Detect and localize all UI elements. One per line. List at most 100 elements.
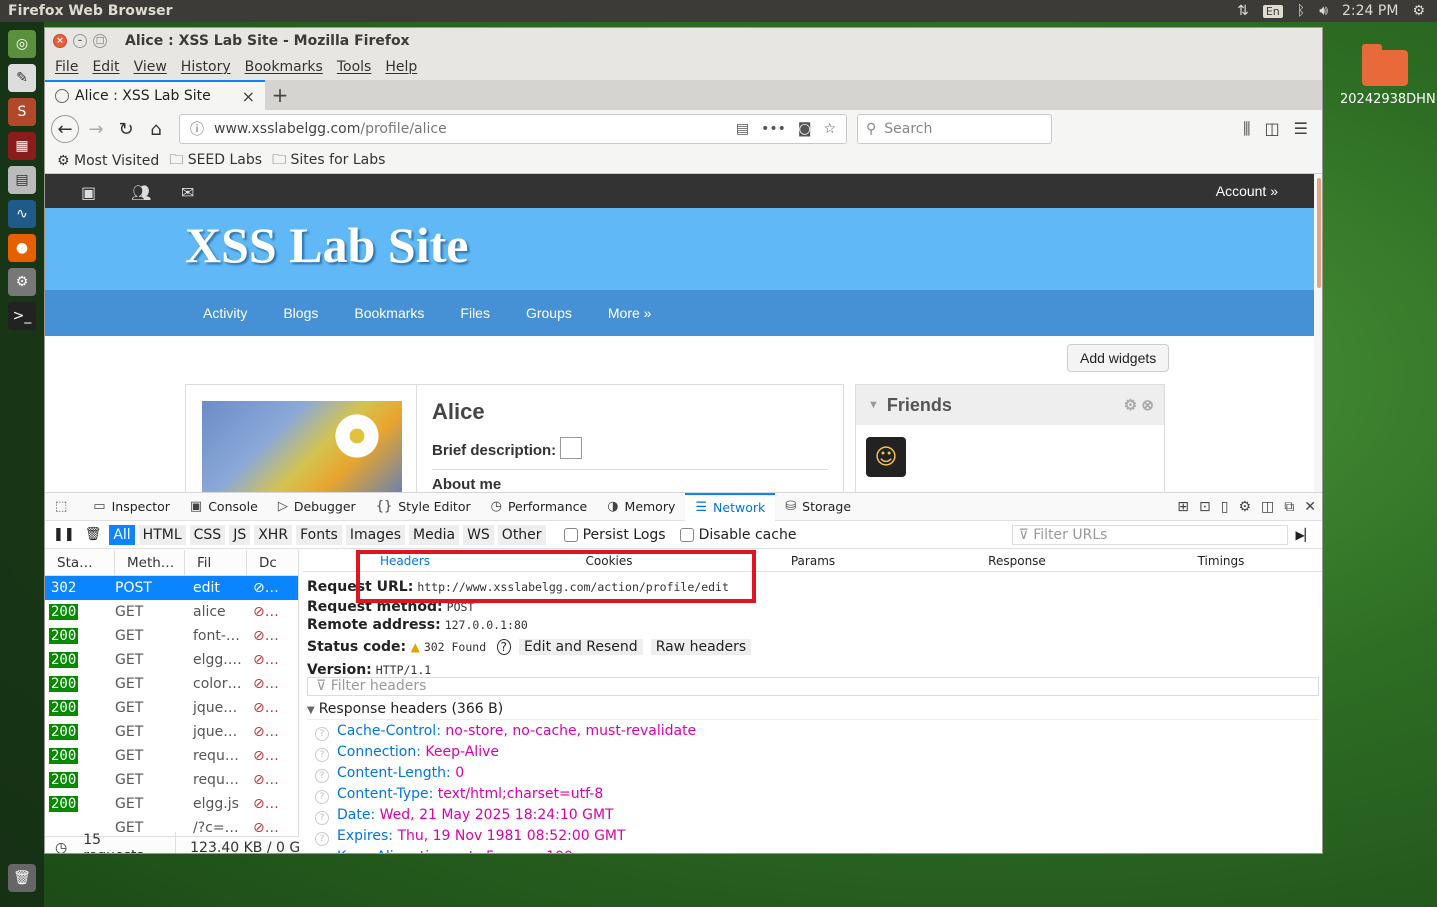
home-button[interactable]: ⌂ [141, 114, 171, 144]
request-row[interactable]: 200 GET elgg.… ⊘… [45, 648, 298, 672]
filter-fonts[interactable]: Fonts [296, 524, 342, 545]
volume-icon[interactable]: 🔊︎ [1319, 3, 1328, 19]
browser-tab[interactable]: Alice : XSS Lab Site × [45, 80, 265, 110]
request-row[interactable]: 200 GET jque… ⊘… [45, 720, 298, 744]
bookmark-star-icon[interactable]: ☆ [823, 121, 836, 137]
friend-avatar[interactable]: ☺ [866, 437, 906, 477]
tab-close-icon[interactable]: × [242, 87, 255, 106]
files-icon[interactable]: ▤ [8, 166, 36, 194]
response-header-row[interactable]: ? Expires: Thu, 19 Nov 1981 08:52:00 GMT [315, 828, 626, 846]
site-info-icon[interactable]: ⓘ [190, 119, 204, 139]
tab-network[interactable]: ☰ Network [685, 492, 776, 521]
bookmark-seed-labs[interactable]: 🗀 SEED Labs [169, 149, 262, 173]
forward-button[interactable]: → [81, 114, 111, 144]
window-maximize-button[interactable]: □ [93, 34, 107, 48]
responsive-mode-icon[interactable]: ⊞ [1177, 499, 1189, 515]
bookmark-sites-for-labs[interactable]: 🗀 Sites for Labs [272, 149, 385, 173]
tab-memory[interactable]: ◑ Memory [597, 493, 685, 521]
request-row[interactable]: 200 GET color… ⊘… [45, 672, 298, 696]
url-bar[interactable]: ⓘ www.xsslabelgg.com /profile/alice ▤ ••… [179, 114, 847, 144]
profile-avatar[interactable] [202, 401, 402, 492]
tab-storage[interactable]: ⛁ Storage [775, 493, 861, 521]
filter-css[interactable]: CSS [189, 524, 226, 545]
search-bar[interactable]: ⚲ Search [857, 114, 1052, 144]
filter-media[interactable]: Media [409, 524, 460, 545]
element-picker-button[interactable]: ⬚ [45, 493, 83, 521]
hamburger-menu-icon[interactable]: ☰ [1294, 119, 1308, 139]
tab-timings[interactable]: Timings [1119, 554, 1322, 568]
text-editor-icon[interactable]: ✎ [8, 64, 36, 92]
terminal-icon[interactable]: >_ [8, 302, 36, 330]
response-header-row[interactable]: ? Date: Wed, 21 May 2025 18:24:10 GMT [315, 807, 614, 825]
keyboard-language[interactable]: En [1262, 4, 1283, 18]
menu-help[interactable]: Help [385, 59, 417, 75]
back-button[interactable]: ← [51, 115, 79, 143]
nav-bookmarks[interactable]: Bookmarks [354, 305, 424, 321]
dash-home-icon[interactable]: ◎ [8, 30, 36, 58]
request-row[interactable]: 200 GET requ… ⊘… [45, 744, 298, 768]
header-help-icon[interactable]: ? [315, 790, 329, 804]
filter-js[interactable]: JS [229, 524, 251, 545]
trash-icon[interactable]: 🗑︎ [8, 864, 36, 892]
toggle-details-icon[interactable]: ▶▏ [1296, 528, 1314, 542]
response-header-row[interactable]: ? Content-Length: 0 [315, 765, 464, 783]
raw-headers-button[interactable]: Raw headers [650, 639, 752, 655]
col-file[interactable]: Fil [185, 549, 247, 576]
col-domain[interactable]: Dc [247, 550, 293, 576]
widget-close-icon[interactable]: ⊗ [1141, 397, 1154, 414]
filter-html[interactable]: HTML [138, 524, 186, 545]
reload-button[interactable]: ↻ [111, 114, 141, 144]
desktop-folder[interactable]: 20242938DHN [1340, 44, 1436, 107]
page-actions-icon[interactable]: ••• [761, 121, 786, 137]
scrollbar-thumb[interactable] [1317, 178, 1321, 288]
friends-icon[interactable]: 👥︎ [131, 183, 151, 202]
menu-bookmarks[interactable]: Bookmarks [245, 59, 323, 75]
window-close-button[interactable]: × [53, 34, 67, 48]
add-widgets-button[interactable]: Add widgets [1067, 344, 1170, 372]
filter-all[interactable]: All [109, 524, 135, 545]
header-help-icon[interactable]: ? [315, 727, 329, 741]
messages-icon[interactable]: ✉ [181, 183, 199, 202]
site-logo-icon[interactable]: ▣ [81, 183, 99, 202]
request-row[interactable]: 200 GET jque… ⊘… [45, 696, 298, 720]
devtools-close-icon[interactable]: ✕ [1304, 499, 1316, 515]
disable-cache-checkbox[interactable]: Disable cache [679, 527, 796, 543]
pocket-icon[interactable]: ◙ [798, 121, 812, 137]
widget-settings-icon[interactable]: ⚙ [1124, 397, 1137, 414]
request-row[interactable]: 302 POST edit ⊘… [45, 576, 298, 600]
tab-style-editor[interactable]: {} Style Editor [366, 493, 481, 521]
filter-urls-input[interactable]: ⊽ Filter URLs [1011, 524, 1288, 545]
header-help-icon[interactable]: ? [315, 853, 329, 854]
settings-gear-icon[interactable]: ⚙ [1412, 3, 1425, 19]
header-help-icon[interactable]: ? [315, 832, 329, 846]
sublime-icon[interactable]: S [8, 98, 36, 126]
system-settings-icon[interactable]: ⚙ [8, 268, 36, 296]
pause-icon[interactable]: ❚❚ [53, 527, 75, 542]
edit-and-resend-button[interactable]: Edit and Resend [518, 639, 643, 655]
network-icon[interactable]: ⇅ [1237, 3, 1249, 19]
window-minimize-button[interactable]: – [73, 34, 87, 48]
tab-response[interactable]: Response [915, 554, 1119, 568]
nav-groups[interactable]: Groups [526, 305, 572, 321]
persist-logs-checkbox[interactable]: Persist Logs [563, 527, 666, 543]
help-icon[interactable]: ? [496, 639, 511, 655]
menu-tools[interactable]: Tools [337, 59, 372, 75]
menu-view[interactable]: View [134, 59, 167, 75]
dock-side-icon[interactable]: ◫ [1261, 499, 1274, 515]
nav-activity[interactable]: Activity [203, 305, 247, 321]
tab-console[interactable]: ▣ Console [180, 493, 268, 521]
performance-analysis-icon[interactable]: ◷ [55, 840, 67, 854]
separate-window-icon[interactable]: ⧉ [1284, 499, 1294, 515]
filter-other[interactable]: Other [497, 524, 546, 545]
response-header-row[interactable]: ? Keep-Alive: timeout=5, max=100 [315, 849, 573, 854]
reader-view-icon[interactable]: ▤ [736, 121, 749, 137]
screenshot-icon[interactable]: ⊡ [1199, 499, 1211, 515]
tab-debugger[interactable]: ▷ Debugger [268, 493, 366, 521]
wireshark-icon[interactable]: ▦ [8, 132, 36, 160]
collapse-icon[interactable]: ▼ [868, 399, 879, 411]
scratchpad-icon[interactable]: ▯ [1221, 499, 1229, 515]
response-header-row[interactable]: ? Content-Type: text/html;charset=utf-8 [315, 786, 603, 804]
nav-files[interactable]: Files [460, 305, 490, 321]
system-monitor-icon[interactable]: ∿ [8, 200, 36, 228]
filter-images[interactable]: Images [345, 524, 405, 545]
